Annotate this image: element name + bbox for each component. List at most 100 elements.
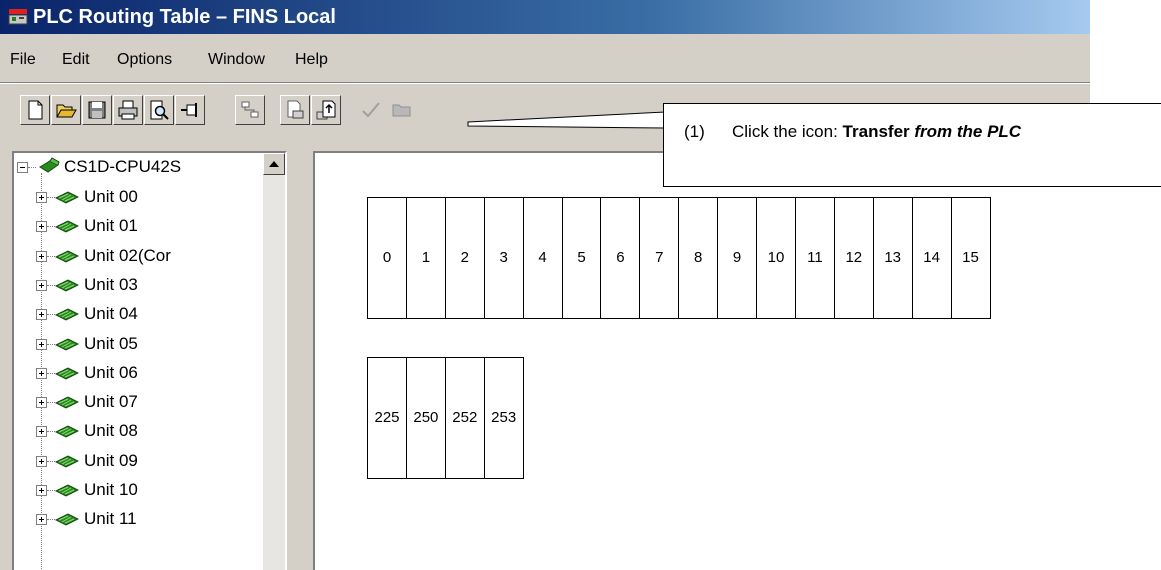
tree-item-unit[interactable]: Unit 08 — [14, 417, 254, 447]
node-number: 6 — [616, 249, 625, 266]
node-number: 2 — [460, 249, 469, 266]
local-node-cell[interactable]: 11 — [794, 197, 835, 319]
local-node-cell[interactable]: 0 — [367, 197, 407, 319]
tree-item-unit[interactable]: Unit 05 — [14, 330, 254, 360]
node-number: 11 — [807, 249, 823, 266]
remote-node-cell[interactable]: 252 — [444, 357, 485, 479]
local-node-cell[interactable]: 13 — [872, 197, 913, 319]
check-button[interactable] — [356, 95, 386, 125]
unit-icon — [55, 250, 79, 263]
tree-item-label: Unit 01 — [84, 216, 138, 236]
application-window: PLC Routing Table – FINS Local File Edit… — [0, 0, 1090, 570]
node-number: 12 — [845, 249, 863, 266]
local-node-cell[interactable]: 1 — [405, 197, 446, 319]
tree-root[interactable]: CS1D-CPU42S — [14, 153, 254, 183]
network-icon — [241, 101, 259, 118]
instruction-callout: (1) Click the icon: Transfer from the PL… — [663, 103, 1161, 187]
tree-item-label: Unit 02(Cor — [84, 245, 171, 265]
expand-toggle[interactable] — [36, 192, 47, 203]
unit-icon — [55, 396, 79, 409]
tree-item-unit[interactable]: Unit 06 — [14, 359, 254, 389]
collapse-toggle[interactable] — [17, 162, 28, 173]
expand-toggle[interactable] — [36, 367, 47, 379]
tree-item-unit[interactable]: Unit 00 — [14, 183, 254, 213]
local-node-cell[interactable]: 6 — [600, 197, 641, 319]
callout-text: Click the icon: Transfer from the PLC — [732, 121, 1142, 143]
local-node-cell[interactable]: 8 — [678, 197, 719, 319]
expand-toggle[interactable] — [36, 279, 47, 291]
local-node-cell[interactable]: 15 — [950, 197, 991, 319]
tree-item-unit[interactable]: Unit 09 — [14, 447, 254, 477]
tree-item-label: Unit 03 — [84, 274, 138, 294]
tree-scrollbar[interactable] — [263, 153, 285, 570]
tree-item-label: Unit 00 — [84, 187, 138, 206]
expand-toggle[interactable] — [36, 397, 47, 409]
title-bar[interactable]: PLC Routing Table – FINS Local — [0, 0, 1090, 34]
menu-file[interactable]: File — [10, 50, 36, 70]
remote-node-cell[interactable]: 253 — [483, 357, 524, 479]
transfer-from-plc-button[interactable] — [311, 95, 341, 125]
pin-button[interactable] — [175, 95, 205, 125]
print-button[interactable] — [113, 95, 143, 125]
app-icon — [8, 9, 28, 25]
tree-item-unit[interactable]: Unit 11 — [14, 505, 254, 535]
tree-item-label: Unit 08 — [84, 421, 138, 441]
scroll-up-button[interactable] — [263, 153, 285, 175]
tree-item-unit[interactable]: Unit 04 — [14, 300, 254, 330]
open-button[interactable] — [51, 95, 81, 125]
expand-toggle[interactable] — [36, 221, 47, 233]
node-number: 7 — [655, 249, 664, 266]
unit-icon — [55, 191, 79, 204]
transfer-from-plc-icon — [316, 100, 336, 120]
window-title: PLC Routing Table – FINS Local — [33, 6, 336, 28]
node-number: 253 — [491, 409, 517, 426]
print-preview-button[interactable] — [144, 95, 174, 125]
tree-item-unit[interactable]: Unit 03 — [14, 271, 254, 301]
transfer-to-plc-button[interactable] — [280, 95, 310, 125]
new-button[interactable] — [20, 95, 50, 125]
expand-toggle[interactable] — [36, 338, 47, 350]
local-node-cell[interactable]: 3 — [483, 197, 524, 319]
menu-window[interactable]: Window — [208, 50, 265, 70]
expand-toggle[interactable] — [36, 250, 47, 262]
open-icon — [56, 104, 77, 118]
pin-icon — [181, 103, 197, 117]
unit-tree[interactable]: CS1D-CPU42S Unit 00 Unit 01 Unit 02(Cor Uni… — [12, 151, 287, 570]
local-node-cell[interactable]: 4 — [522, 197, 563, 319]
local-node-cell[interactable]: 2 — [444, 197, 485, 319]
check-icon — [362, 102, 380, 118]
local-node-cell[interactable]: 7 — [639, 197, 680, 319]
remote-node-cell[interactable]: 250 — [405, 357, 446, 479]
menu-help[interactable]: Help — [295, 50, 328, 70]
folder-button[interactable] — [387, 95, 417, 125]
menu-options[interactable]: Options — [117, 50, 172, 70]
save-icon — [88, 101, 106, 119]
local-node-cell[interactable]: 14 — [911, 197, 952, 319]
local-node-cell[interactable]: 12 — [833, 197, 874, 319]
remote-node-cell[interactable]: 225 — [367, 357, 407, 479]
node-number: 13 — [884, 249, 902, 266]
expand-toggle[interactable] — [36, 309, 47, 321]
expand-toggle[interactable] — [36, 455, 47, 467]
tree-item-label: Unit 04 — [84, 304, 138, 324]
expand-toggle[interactable] — [36, 426, 47, 438]
expand-toggle[interactable] — [36, 485, 47, 496]
print-preview-icon — [150, 100, 169, 120]
new-icon — [28, 100, 43, 120]
network-button[interactable] — [235, 95, 265, 125]
local-node-cell[interactable]: 10 — [756, 197, 796, 319]
save-button[interactable] — [82, 95, 112, 125]
node-number: 5 — [577, 249, 586, 266]
menu-edit[interactable]: Edit — [62, 50, 90, 70]
unit-icon — [55, 367, 79, 380]
local-node-cell[interactable]: 9 — [717, 197, 758, 319]
tree-item-label: Unit 11 — [84, 509, 137, 529]
local-node-cell[interactable]: 5 — [561, 197, 602, 319]
tree-item-unit[interactable]: Unit 02(Cor — [14, 242, 254, 272]
expand-toggle[interactable] — [36, 514, 47, 526]
tree-item-unit[interactable]: Unit 01 — [14, 212, 254, 242]
tree-item-unit[interactable]: Unit 07 — [14, 388, 254, 418]
node-number: 1 — [421, 249, 431, 266]
node-number: 8 — [694, 249, 703, 266]
tree-item-unit[interactable]: Unit 10 — [14, 476, 254, 506]
